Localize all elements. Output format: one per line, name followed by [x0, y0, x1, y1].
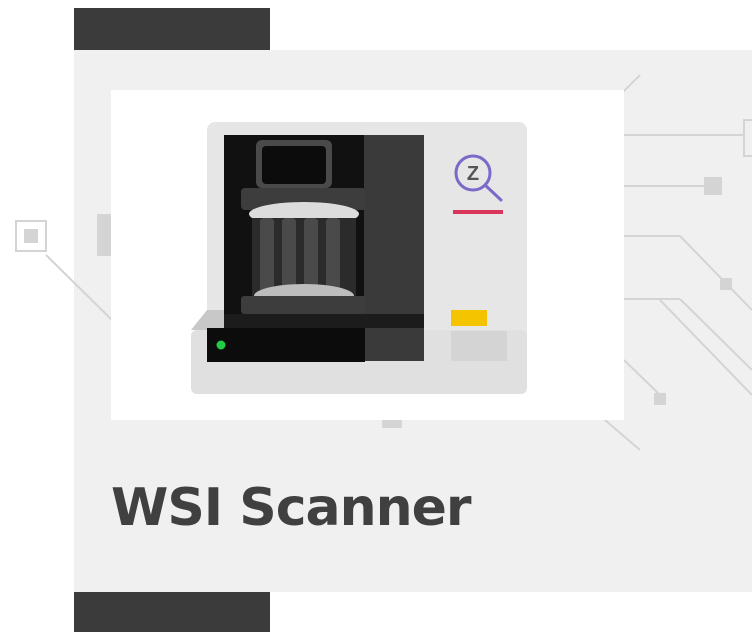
- status-led-icon: [216, 340, 226, 350]
- control-slot: [451, 331, 507, 361]
- indicator-light: [451, 310, 487, 326]
- scanner-illustration-card: Z: [111, 90, 624, 420]
- svg-text:Z: Z: [467, 163, 479, 185]
- page-title: WSI Scanner: [111, 478, 472, 538]
- bottom-dark-bar: [74, 592, 270, 632]
- slide-scanner-icon: Z: [191, 122, 527, 394]
- accent-stripe: [453, 210, 503, 214]
